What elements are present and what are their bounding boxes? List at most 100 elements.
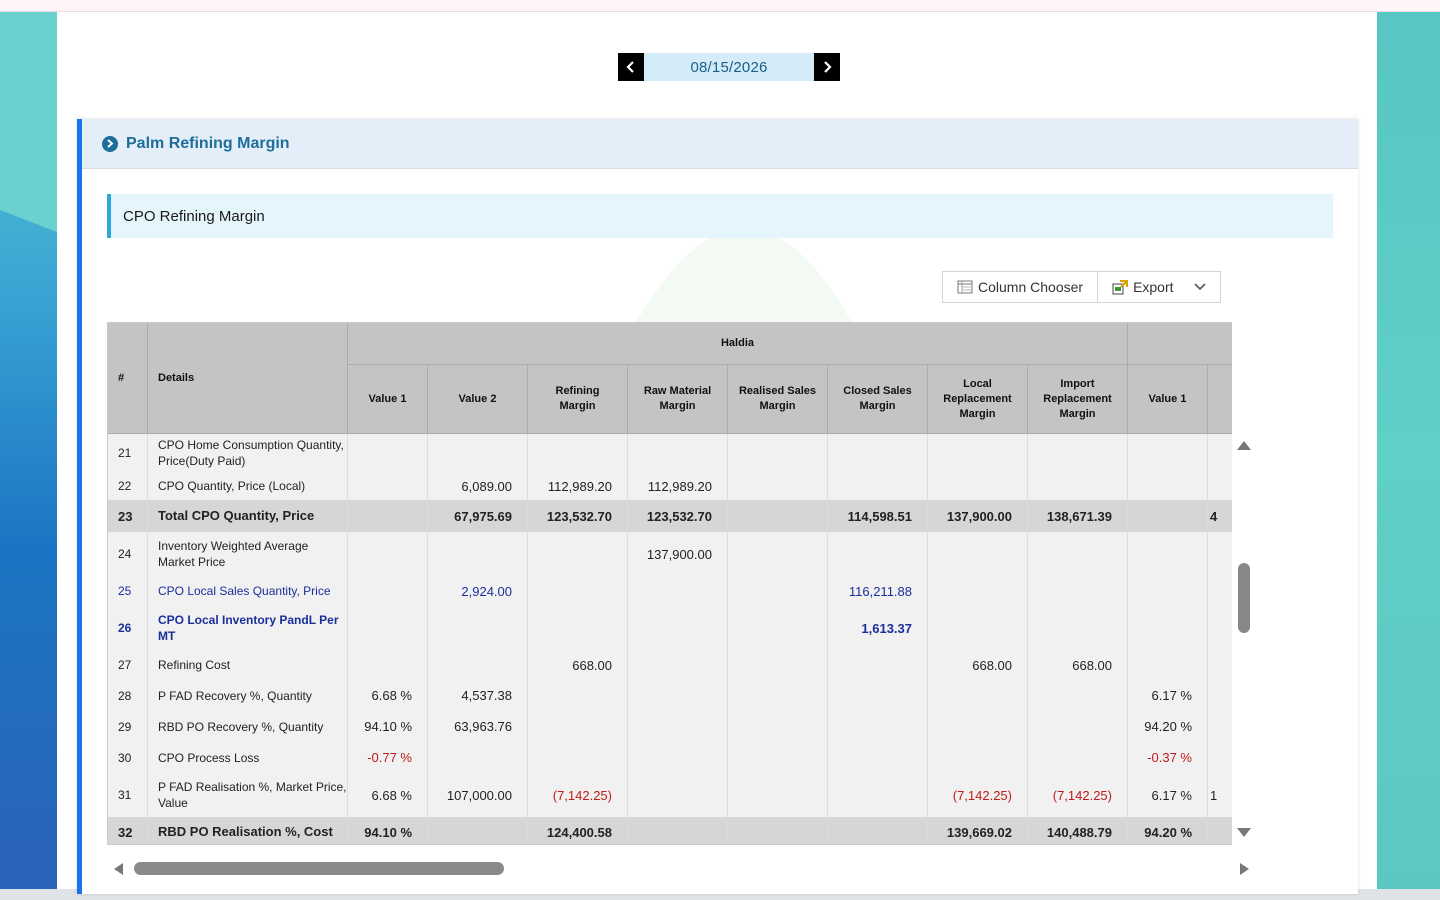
cell-v1: 94.10 % — [348, 711, 428, 742]
table-row[interactable]: 31 P FAD Realisation %, Market Price, Val… — [108, 773, 1256, 817]
table-row[interactable]: 24 Inventory Weighted Average Market Pric… — [108, 532, 1256, 576]
cell-ir — [1028, 532, 1128, 576]
cell-v1b — [1128, 434, 1208, 472]
cell-rs — [728, 680, 828, 711]
scroll-down-icon[interactable] — [1236, 827, 1252, 839]
header-value1[interactable]: Value 1 — [348, 365, 428, 434]
cell-rm — [528, 711, 628, 742]
header-local-replacement-margin[interactable]: Local Replacement Margin — [928, 365, 1028, 434]
cell-ir: (7,142.25) — [1028, 773, 1128, 817]
scroll-up-icon[interactable] — [1236, 439, 1252, 451]
chevron-down-icon[interactable] — [1193, 283, 1206, 291]
section-title: CPO Refining Margin — [107, 194, 1333, 238]
cell-raw — [628, 434, 728, 472]
header-import-replacement-margin[interactable]: Import Replacement Margin — [1028, 365, 1128, 434]
row-index: 25 — [108, 576, 148, 606]
row-index: 21 — [108, 434, 148, 472]
cell-raw — [628, 773, 728, 817]
cell-v1b — [1128, 472, 1208, 500]
cell-v1: 94.10 % — [348, 817, 428, 844]
cell-raw — [628, 576, 728, 606]
cell-lr: 139,669.02 — [928, 817, 1028, 844]
date-navigator: 08/15/2026 — [618, 53, 840, 81]
table-row[interactable]: 29 RBD PO Recovery %, Quantity 94.10 % 63,9… — [108, 711, 1256, 742]
cell-cs: 1,613.37 — [828, 606, 928, 650]
horizontal-scroll-thumb[interactable] — [134, 862, 504, 875]
chevron-right-icon — [824, 61, 832, 73]
cell-rs — [728, 606, 828, 650]
scroll-left-icon[interactable] — [112, 862, 124, 876]
cell-ir — [1028, 711, 1128, 742]
cell-v1b: -0.37 % — [1128, 742, 1208, 773]
row-index: 31 — [108, 773, 148, 817]
date-display[interactable]: 08/15/2026 — [644, 53, 814, 81]
cell-v1 — [348, 606, 428, 650]
cell-v1b — [1128, 576, 1208, 606]
cell-rm — [528, 434, 628, 472]
cell-v1b: 94.20 % — [1128, 817, 1208, 844]
cell-v1 — [348, 472, 428, 500]
cell-rs — [728, 434, 828, 472]
cell-ir — [1028, 576, 1128, 606]
row-index: 30 — [108, 742, 148, 773]
cell-rm — [528, 742, 628, 773]
cell-rs — [728, 576, 828, 606]
cell-rs — [728, 711, 828, 742]
cell-ir: 140,488.79 — [1028, 817, 1128, 844]
table-row[interactable]: 25 CPO Local Sales Quantity, Price 2,924.0… — [108, 576, 1256, 606]
page-content: 08/15/2026 TRANS RISK Exposure – P&L – V… — [57, 12, 1377, 894]
cell-v1b — [1128, 606, 1208, 650]
cell-ir — [1028, 742, 1128, 773]
cell-lr — [928, 742, 1028, 773]
chevron-left-icon — [626, 61, 634, 73]
cell-rm: 668.00 — [528, 650, 628, 680]
table-row[interactable]: 21 CPO Home Consumption Quantity, Price(D… — [108, 434, 1256, 472]
row-index: 22 — [108, 472, 148, 500]
column-chooser-button[interactable]: Column Chooser — [943, 272, 1097, 302]
column-chooser-icon — [957, 280, 973, 294]
row-index: 26 — [108, 606, 148, 650]
cell-raw — [628, 817, 728, 844]
grid-header: # Details Haldia Value 1 Value 2 Refinin… — [108, 323, 1256, 434]
cell-v1 — [348, 576, 428, 606]
scroll-right-icon[interactable] — [1239, 862, 1251, 876]
cell-ir — [1028, 434, 1128, 472]
cell-rs — [728, 472, 828, 500]
vertical-scroll-thumb[interactable] — [1238, 563, 1250, 633]
cell-cs: 114,598.51 — [828, 500, 928, 532]
table-row[interactable]: 28 P FAD Recovery %, Quantity 6.68 % 4,537.… — [108, 680, 1256, 711]
table-row[interactable]: 22 CPO Quantity, Price (Local) 6,089.00 112… — [108, 472, 1256, 500]
header-value2[interactable]: Value 2 — [428, 365, 528, 434]
row-index: 29 — [108, 711, 148, 742]
table-row[interactable]: 30 CPO Process Loss -0.77 % -0.37 % — [108, 742, 1256, 773]
table-row[interactable]: 27 Refining Cost 668.00 668.00 668.00 — [108, 650, 1256, 680]
header-closed-sales-margin[interactable]: Closed Sales Margin — [828, 365, 928, 434]
prev-date-button[interactable] — [618, 53, 644, 81]
row-details: Total CPO Quantity, Price — [148, 500, 348, 532]
row-details: Refining Cost — [148, 650, 348, 680]
cell-v2 — [428, 532, 528, 576]
table-row[interactable]: 26 CPO Local Inventory PandL Per MT 1,613.… — [108, 606, 1256, 650]
header-index[interactable]: # — [108, 323, 148, 434]
header-raw-material-margin[interactable]: Raw Material Margin — [628, 365, 728, 434]
cell-cs — [828, 472, 928, 500]
export-button[interactable]: Export — [1097, 272, 1219, 302]
table-row[interactable]: 32 RBD PO Realisation %, Cost 94.10 % 124,4… — [108, 817, 1256, 844]
row-details: Inventory Weighted Average Market Price — [148, 532, 348, 576]
cell-lr — [928, 576, 1028, 606]
export-icon — [1112, 279, 1129, 295]
cell-v1b — [1128, 500, 1208, 532]
next-date-button[interactable] — [814, 53, 840, 81]
header-value1-next[interactable]: Value 1 — [1128, 365, 1208, 434]
cell-v1 — [348, 434, 428, 472]
cell-v2: 107,000.00 — [428, 773, 528, 817]
header-details[interactable]: Details — [148, 323, 348, 434]
table-row[interactable]: 23 Total CPO Quantity, Price 67,975.69 123,… — [108, 500, 1256, 532]
cell-lr — [928, 532, 1028, 576]
cell-rs — [728, 650, 828, 680]
header-refining-margin[interactable]: Refining Margin — [528, 365, 628, 434]
header-realised-sales-margin[interactable]: Realised Sales Margin — [728, 365, 828, 434]
cell-v2 — [428, 434, 528, 472]
panel-header[interactable]: Palm Refining Margin — [82, 119, 1358, 169]
cell-lr: (7,142.25) — [928, 773, 1028, 817]
